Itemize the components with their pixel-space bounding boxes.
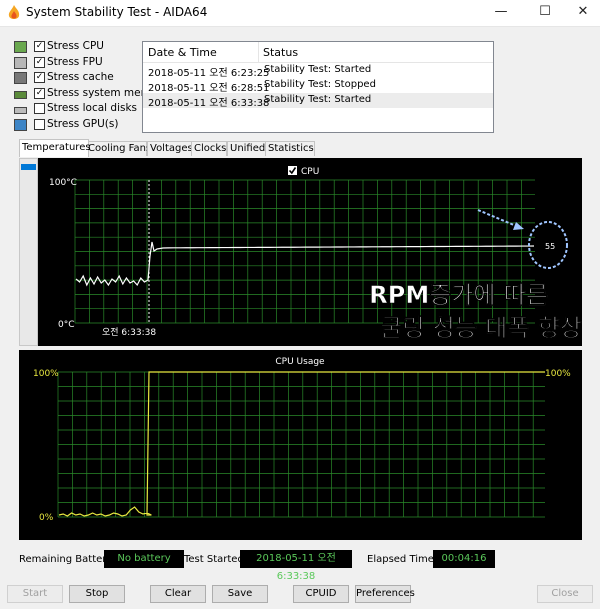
stress-gpu-checkbox[interactable] [34, 118, 45, 130]
row-datetime: 2018-05-11 오전 6:28:51 [148, 83, 270, 94]
row-datetime: 2018-05-11 오전 6:33:38 [148, 98, 270, 109]
close-button[interactable]: Close [537, 585, 593, 603]
stress-option-disks[interactable]: Stress local disks [14, 102, 142, 118]
stress-option-gpu[interactable]: Stress GPU(s) [14, 118, 142, 134]
tab-voltages[interactable]: Voltages [147, 141, 193, 156]
row-datetime: 2018-05-11 오전 6:23:25 [148, 68, 270, 79]
stress-option-label: Stress cache [47, 71, 114, 83]
cpu-legend-label: CPU [301, 167, 319, 177]
cpu-usage-graph-canvas: CPU Usage 100% 0% 100% [33, 357, 571, 523]
save-button[interactable]: Save [212, 585, 268, 603]
cpuid-button[interactable]: CPUID [293, 585, 349, 603]
window-title: System Stability Test - AIDA64 [26, 5, 208, 19]
graph-grid [57, 371, 545, 518]
y-axis-bottom-label: 0°C [58, 320, 75, 330]
current-value-label: 55 [545, 242, 555, 251]
stress-option-memory[interactable]: ✓ Stress system memory [14, 87, 168, 103]
fpu-icon [14, 56, 27, 69]
tab-statistics[interactable]: Statistics [265, 141, 315, 156]
table-row[interactable]: 2018-05-11 오전 6:23:25 Stability Test: St… [143, 63, 493, 79]
stress-cpu-checkbox[interactable]: ✓ [34, 41, 45, 52]
memory-icon [14, 90, 27, 99]
stress-option-cpu[interactable]: ✓ Stress CPU [14, 40, 142, 56]
start-button[interactable]: Start [7, 585, 63, 603]
stress-option-label: Stress GPU(s) [47, 117, 119, 130]
y-axis-bottom-left-label: 0% [39, 513, 54, 523]
stop-button[interactable]: Stop [69, 585, 125, 603]
sensor-list-scrollbar[interactable] [19, 158, 38, 346]
y-axis-top-label: 100°C [49, 178, 77, 188]
row-status: Stability Test: Started [264, 64, 372, 75]
stress-option-label: Stress CPU [47, 40, 104, 52]
cpu-legend-checkbox[interactable] [288, 166, 297, 175]
stress-disks-checkbox[interactable] [34, 103, 45, 114]
tab-unified[interactable]: Unified [227, 141, 266, 156]
gpu-icon [14, 118, 27, 131]
preferences-button[interactable]: Preferences [355, 585, 415, 603]
elapsed-time-value: 00:04:16 [433, 550, 495, 568]
annotation-overlay: 쿨링 성능 대폭 향상 [380, 314, 582, 343]
tab-temperatures[interactable]: Temperatures [19, 139, 91, 157]
stress-option-label: Stress FPU [47, 55, 103, 68]
test-started-label: Test Started: [184, 554, 248, 565]
status-bar: Remaining Battery: No battery Test Start… [19, 549, 582, 582]
table-header: Date & Time Status [143, 42, 493, 63]
row-status: Stability Test: Started [264, 94, 372, 105]
stress-fpu-checkbox[interactable]: ✓ [34, 56, 45, 68]
scrollbar-thumb[interactable] [21, 164, 36, 170]
cpu-temperature-line [75, 241, 535, 287]
clear-button[interactable]: Clear [150, 585, 206, 603]
cpu-usage-line [58, 371, 545, 517]
disk-icon [14, 107, 27, 114]
y-axis-top-left-label: 100% [33, 369, 59, 379]
annotation-arrow [477, 209, 522, 229]
stress-cache-checkbox[interactable]: ✓ [34, 72, 45, 83]
cache-icon [14, 72, 27, 84]
stress-option-fpu[interactable]: ✓ Stress FPU [14, 56, 142, 72]
maximize-button[interactable]: ☐ [528, 0, 562, 26]
test-started-value: 2018-05-11 오전 6:33:38 [240, 550, 352, 582]
close-window-button[interactable]: ✕ [566, 0, 600, 26]
minimize-button[interactable]: — [484, 0, 518, 26]
title-bar: System Stability Test - AIDA64 — ☐ ✕ [0, 0, 600, 27]
y-axis-top-right-label: 100% [545, 369, 571, 379]
elapsed-time-label: Elapsed Time: [367, 554, 438, 565]
column-header-status[interactable]: Status [263, 46, 298, 59]
stress-memory-checkbox[interactable]: ✓ [34, 87, 45, 99]
stress-option-cache[interactable]: ✓ Stress cache [14, 71, 142, 87]
cpu-usage-graph: CPU Usage 100% 0% 100% [19, 350, 582, 540]
aida64-window: System Stability Test - AIDA64 — ☐ ✕ ✓ S… [0, 0, 600, 609]
stress-options: ✓ Stress CPU ✓ Stress FPU ✓ Stress cache… [14, 40, 168, 134]
stress-option-label: Stress local disks [47, 102, 138, 114]
battery-value: No battery [104, 550, 184, 568]
column-header-datetime[interactable]: Date & Time [148, 46, 217, 59]
battery-label: Remaining Battery: [19, 554, 115, 565]
event-log-table[interactable]: Date & Time Status 2018-05-11 오전 6:23:25… [142, 41, 494, 133]
tab-cooling-fans[interactable]: Cooling Fans [85, 141, 151, 156]
time-marker-label: 오전 6:33:38 [102, 327, 156, 338]
flame-icon [8, 5, 20, 19]
graph-title: CPU Usage [275, 357, 325, 367]
row-status: Stability Test: Stopped [264, 79, 376, 90]
cpu-icon [14, 41, 27, 53]
table-row[interactable]: 2018-05-11 오전 6:28:51 Stability Test: St… [143, 78, 493, 94]
column-divider[interactable] [258, 42, 259, 62]
tab-clocks[interactable]: Clocks [191, 141, 227, 156]
table-row-selected[interactable]: 2018-05-11 오전 6:33:38 Stability Test: St… [143, 93, 493, 109]
annotation-text-line2: 쿨링 성능 대폭 향상 [380, 314, 582, 342]
